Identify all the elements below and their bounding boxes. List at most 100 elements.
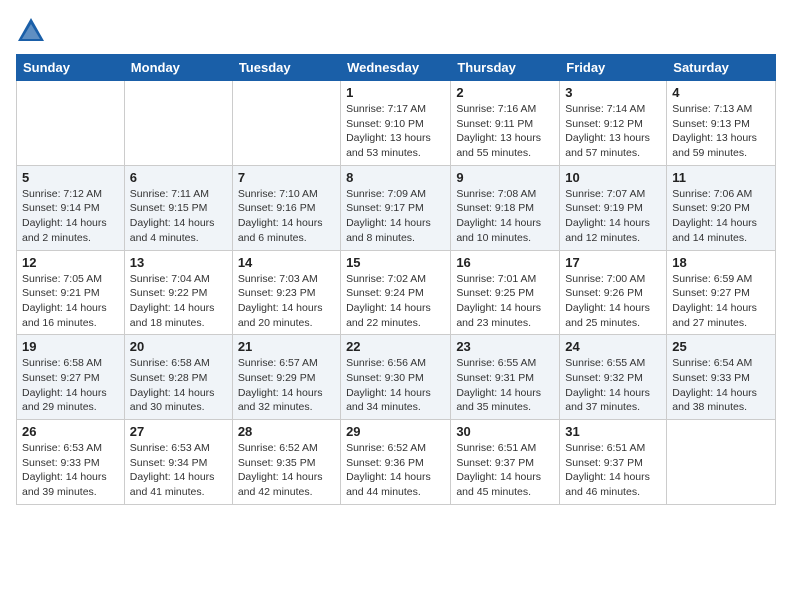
day-number: 26 [22, 424, 119, 439]
table-cell: 31Sunrise: 6:51 AM Sunset: 9:37 PM Dayli… [560, 420, 667, 505]
table-cell: 28 Sunrise: 6:52 AM Sunset: 9:35 PM Dayli… [232, 420, 340, 505]
day-number: 20 [130, 339, 227, 354]
logo [16, 16, 50, 46]
day-info: Sunrise: 7:08 AM Sunset: 9:18 PM Dayligh… [456, 187, 554, 246]
table-cell: 15 Sunrise: 7:02 AM Sunset: 9:24 PM Dayli… [341, 250, 451, 335]
day-info: Sunrise: 6:57 AM Sunset: 9:29 PM Dayligh… [238, 356, 335, 415]
table-cell: 1Sunrise: 7:17 AM Sunset: 9:10 PM Daylig… [341, 81, 451, 166]
day-number: 2 [456, 85, 554, 100]
day-info: Sunrise: 6:51 AM Sunset: 9:37 PM Dayligh… [456, 441, 554, 500]
week-row-3: 12 Sunrise: 7:05 AM Sunset: 9:21 PM Dayli… [17, 250, 776, 335]
day-number: 12 [22, 255, 119, 270]
day-info: Sunrise: 7:11 AM Sunset: 9:15 PM Dayligh… [130, 187, 227, 246]
day-info: Sunrise: 6:55 AM Sunset: 9:32 PM Dayligh… [565, 356, 661, 415]
day-info: Sunrise: 7:16 AM Sunset: 9:11 PM Dayligh… [456, 102, 554, 161]
day-info: Sunrise: 6:52 AM Sunset: 9:35 PM Dayligh… [238, 441, 335, 500]
table-cell: 26 Sunrise: 6:53 AM Sunset: 9:33 PM Dayli… [17, 420, 125, 505]
table-cell [17, 81, 125, 166]
table-cell: 14 Sunrise: 7:03 AM Sunset: 9:23 PM Dayli… [232, 250, 340, 335]
day-info: Sunrise: 6:56 AM Sunset: 9:30 PM Dayligh… [346, 356, 445, 415]
weekday-header-saturday: Saturday [667, 55, 776, 81]
table-cell: 8Sunrise: 7:09 AM Sunset: 9:17 PM Daylig… [341, 165, 451, 250]
table-cell: 9 Sunrise: 7:08 AM Sunset: 9:18 PM Daylig… [451, 165, 560, 250]
day-info: Sunrise: 7:03 AM Sunset: 9:23 PM Dayligh… [238, 272, 335, 331]
day-number: 13 [130, 255, 227, 270]
table-cell: 4 Sunrise: 7:13 AM Sunset: 9:13 PM Daylig… [667, 81, 776, 166]
week-row-5: 26 Sunrise: 6:53 AM Sunset: 9:33 PM Dayli… [17, 420, 776, 505]
page-header [16, 16, 776, 46]
logo-icon [16, 16, 46, 46]
day-number: 17 [565, 255, 661, 270]
table-cell: 10 Sunrise: 7:07 AM Sunset: 9:19 PM Dayli… [560, 165, 667, 250]
day-number: 31 [565, 424, 661, 439]
day-number: 14 [238, 255, 335, 270]
day-info: Sunrise: 7:07 AM Sunset: 9:19 PM Dayligh… [565, 187, 661, 246]
table-cell: 7 Sunrise: 7:10 AM Sunset: 9:16 PM Daylig… [232, 165, 340, 250]
day-number: 18 [672, 255, 770, 270]
day-number: 15 [346, 255, 445, 270]
day-info: Sunrise: 7:06 AM Sunset: 9:20 PM Dayligh… [672, 187, 770, 246]
table-cell: 6 Sunrise: 7:11 AM Sunset: 9:15 PM Daylig… [124, 165, 232, 250]
day-number: 30 [456, 424, 554, 439]
table-cell: 29Sunrise: 6:52 AM Sunset: 9:36 PM Dayli… [341, 420, 451, 505]
day-number: 10 [565, 170, 661, 185]
day-number: 29 [346, 424, 445, 439]
day-number: 4 [672, 85, 770, 100]
day-info: Sunrise: 7:17 AM Sunset: 9:10 PM Dayligh… [346, 102, 445, 161]
table-cell: 19Sunrise: 6:58 AM Sunset: 9:27 PM Dayli… [17, 335, 125, 420]
table-cell [667, 420, 776, 505]
table-cell: 17 Sunrise: 7:00 AM Sunset: 9:26 PM Dayli… [560, 250, 667, 335]
day-number: 23 [456, 339, 554, 354]
table-cell: 12 Sunrise: 7:05 AM Sunset: 9:21 PM Dayli… [17, 250, 125, 335]
weekday-header-row: SundayMondayTuesdayWednesdayThursdayFrid… [17, 55, 776, 81]
day-info: Sunrise: 7:00 AM Sunset: 9:26 PM Dayligh… [565, 272, 661, 331]
calendar-table: SundayMondayTuesdayWednesdayThursdayFrid… [16, 54, 776, 505]
table-cell: 23 Sunrise: 6:55 AM Sunset: 9:31 PM Dayli… [451, 335, 560, 420]
weekday-header-monday: Monday [124, 55, 232, 81]
day-info: Sunrise: 7:02 AM Sunset: 9:24 PM Dayligh… [346, 272, 445, 331]
weekday-header-tuesday: Tuesday [232, 55, 340, 81]
day-number: 5 [22, 170, 119, 185]
week-row-4: 19Sunrise: 6:58 AM Sunset: 9:27 PM Dayli… [17, 335, 776, 420]
day-number: 9 [456, 170, 554, 185]
table-cell: 22 Sunrise: 6:56 AM Sunset: 9:30 PM Dayli… [341, 335, 451, 420]
weekday-header-friday: Friday [560, 55, 667, 81]
day-number: 22 [346, 339, 445, 354]
table-cell: 5 Sunrise: 7:12 AM Sunset: 9:14 PM Daylig… [17, 165, 125, 250]
day-info: Sunrise: 6:59 AM Sunset: 9:27 PM Dayligh… [672, 272, 770, 331]
day-info: Sunrise: 6:53 AM Sunset: 9:34 PM Dayligh… [130, 441, 227, 500]
table-cell: 21 Sunrise: 6:57 AM Sunset: 9:29 PM Dayli… [232, 335, 340, 420]
day-number: 3 [565, 85, 661, 100]
day-info: Sunrise: 7:05 AM Sunset: 9:21 PM Dayligh… [22, 272, 119, 331]
day-number: 21 [238, 339, 335, 354]
day-info: Sunrise: 6:53 AM Sunset: 9:33 PM Dayligh… [22, 441, 119, 500]
day-info: Sunrise: 6:55 AM Sunset: 9:31 PM Dayligh… [456, 356, 554, 415]
table-cell: 25Sunrise: 6:54 AM Sunset: 9:33 PM Dayli… [667, 335, 776, 420]
table-cell: 18 Sunrise: 6:59 AM Sunset: 9:27 PM Dayli… [667, 250, 776, 335]
day-info: Sunrise: 7:12 AM Sunset: 9:14 PM Dayligh… [22, 187, 119, 246]
table-cell: 3Sunrise: 7:14 AM Sunset: 9:12 PM Daylig… [560, 81, 667, 166]
day-number: 28 [238, 424, 335, 439]
day-number: 16 [456, 255, 554, 270]
table-cell [124, 81, 232, 166]
day-number: 11 [672, 170, 770, 185]
week-row-1: 1Sunrise: 7:17 AM Sunset: 9:10 PM Daylig… [17, 81, 776, 166]
table-cell [232, 81, 340, 166]
day-number: 27 [130, 424, 227, 439]
day-number: 7 [238, 170, 335, 185]
day-info: Sunrise: 7:10 AM Sunset: 9:16 PM Dayligh… [238, 187, 335, 246]
day-info: Sunrise: 6:54 AM Sunset: 9:33 PM Dayligh… [672, 356, 770, 415]
day-number: 6 [130, 170, 227, 185]
day-info: Sunrise: 7:13 AM Sunset: 9:13 PM Dayligh… [672, 102, 770, 161]
weekday-header-thursday: Thursday [451, 55, 560, 81]
day-info: Sunrise: 7:04 AM Sunset: 9:22 PM Dayligh… [130, 272, 227, 331]
table-cell: 2 Sunrise: 7:16 AM Sunset: 9:11 PM Daylig… [451, 81, 560, 166]
day-number: 24 [565, 339, 661, 354]
table-cell: 27 Sunrise: 6:53 AM Sunset: 9:34 PM Dayli… [124, 420, 232, 505]
table-cell: 11 Sunrise: 7:06 AM Sunset: 9:20 PM Dayli… [667, 165, 776, 250]
day-info: Sunrise: 6:58 AM Sunset: 9:28 PM Dayligh… [130, 356, 227, 415]
table-cell: 30 Sunrise: 6:51 AM Sunset: 9:37 PM Dayli… [451, 420, 560, 505]
day-number: 19 [22, 339, 119, 354]
table-cell: 24 Sunrise: 6:55 AM Sunset: 9:32 PM Dayli… [560, 335, 667, 420]
weekday-header-wednesday: Wednesday [341, 55, 451, 81]
